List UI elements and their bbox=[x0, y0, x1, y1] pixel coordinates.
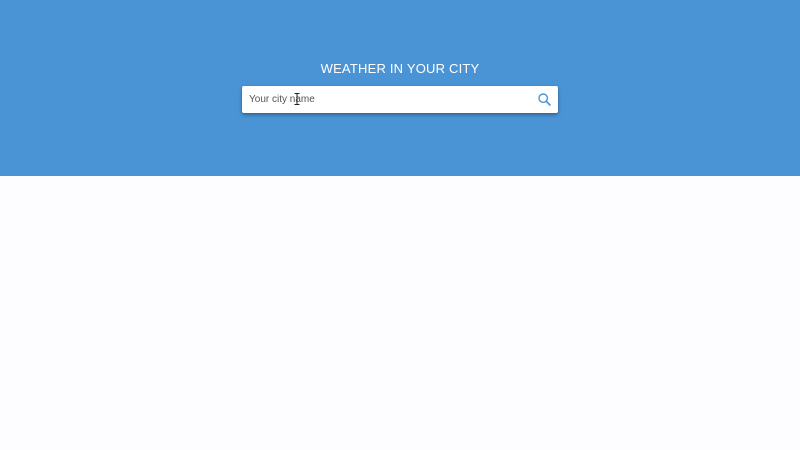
search-button[interactable] bbox=[537, 92, 552, 107]
text-cursor-icon bbox=[294, 92, 300, 105]
hero-banner: WEATHER IN YOUR CITY bbox=[0, 0, 800, 176]
search-bar bbox=[242, 86, 558, 113]
content-area bbox=[0, 176, 800, 450]
search-icon bbox=[538, 93, 551, 106]
page-title: WEATHER IN YOUR CITY bbox=[320, 61, 480, 76]
city-search-input[interactable] bbox=[242, 86, 522, 113]
